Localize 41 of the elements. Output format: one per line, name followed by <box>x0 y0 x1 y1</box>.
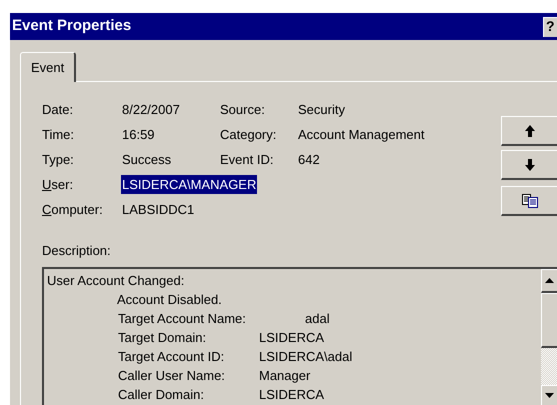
description-value: adal <box>305 310 330 328</box>
up-arrow-icon <box>524 124 534 136</box>
field-value: Account Management <box>298 126 424 144</box>
field-value: Success <box>122 150 172 169</box>
field-value: 8/22/2007 <box>122 100 181 119</box>
description-label: Caller User Name: <box>118 366 226 384</box>
field-label: Event ID: <box>220 150 274 169</box>
scroll-down-icon <box>545 393 554 398</box>
description-value: Manager <box>259 366 310 384</box>
description-value: LSIDERCA\adal <box>259 348 352 366</box>
field-label: Computer: <box>42 200 104 219</box>
next-button[interactable] <box>501 150 557 180</box>
field-value: LABSIDDC1 <box>122 200 196 219</box>
field-label: Time: <box>42 126 76 144</box>
help-button[interactable]: ? <box>543 16 557 36</box>
previous-button[interactable] <box>501 116 557 146</box>
copy-icon <box>522 194 538 208</box>
field-value: Security <box>298 100 345 119</box>
description-value: LSIDERCA <box>259 386 324 404</box>
description-label: Target Account Name: <box>118 310 247 328</box>
description-line: User Account Changed: <box>47 272 184 288</box>
field-label: Description: <box>42 243 111 258</box>
field-label: Type: <box>42 150 75 169</box>
field-label: Date: <box>42 100 74 119</box>
window-title: Event Properties <box>12 16 132 36</box>
down-arrow-icon <box>524 158 534 170</box>
description-label: Target Account ID: <box>118 348 226 366</box>
description-value: LSIDERCA <box>259 328 324 346</box>
tab[interactable]: Event <box>20 52 76 82</box>
field-value: LSIDERCA\MANAGER <box>121 174 258 194</box>
field-value: 16:59 <box>122 126 156 144</box>
scrollbar[interactable] <box>541 268 557 405</box>
field-label: Source: <box>220 100 266 119</box>
description-label: Caller Domain: <box>118 386 205 404</box>
scroll-up-icon <box>545 278 554 282</box>
description-line: Account Disabled. <box>117 292 222 306</box>
field-label: Category: <box>220 126 278 144</box>
copy-button[interactable] <box>501 186 557 216</box>
field-label: User: <box>42 176 74 194</box>
field-value: 642 <box>298 150 320 169</box>
description-label: Target Domain: <box>118 328 208 346</box>
